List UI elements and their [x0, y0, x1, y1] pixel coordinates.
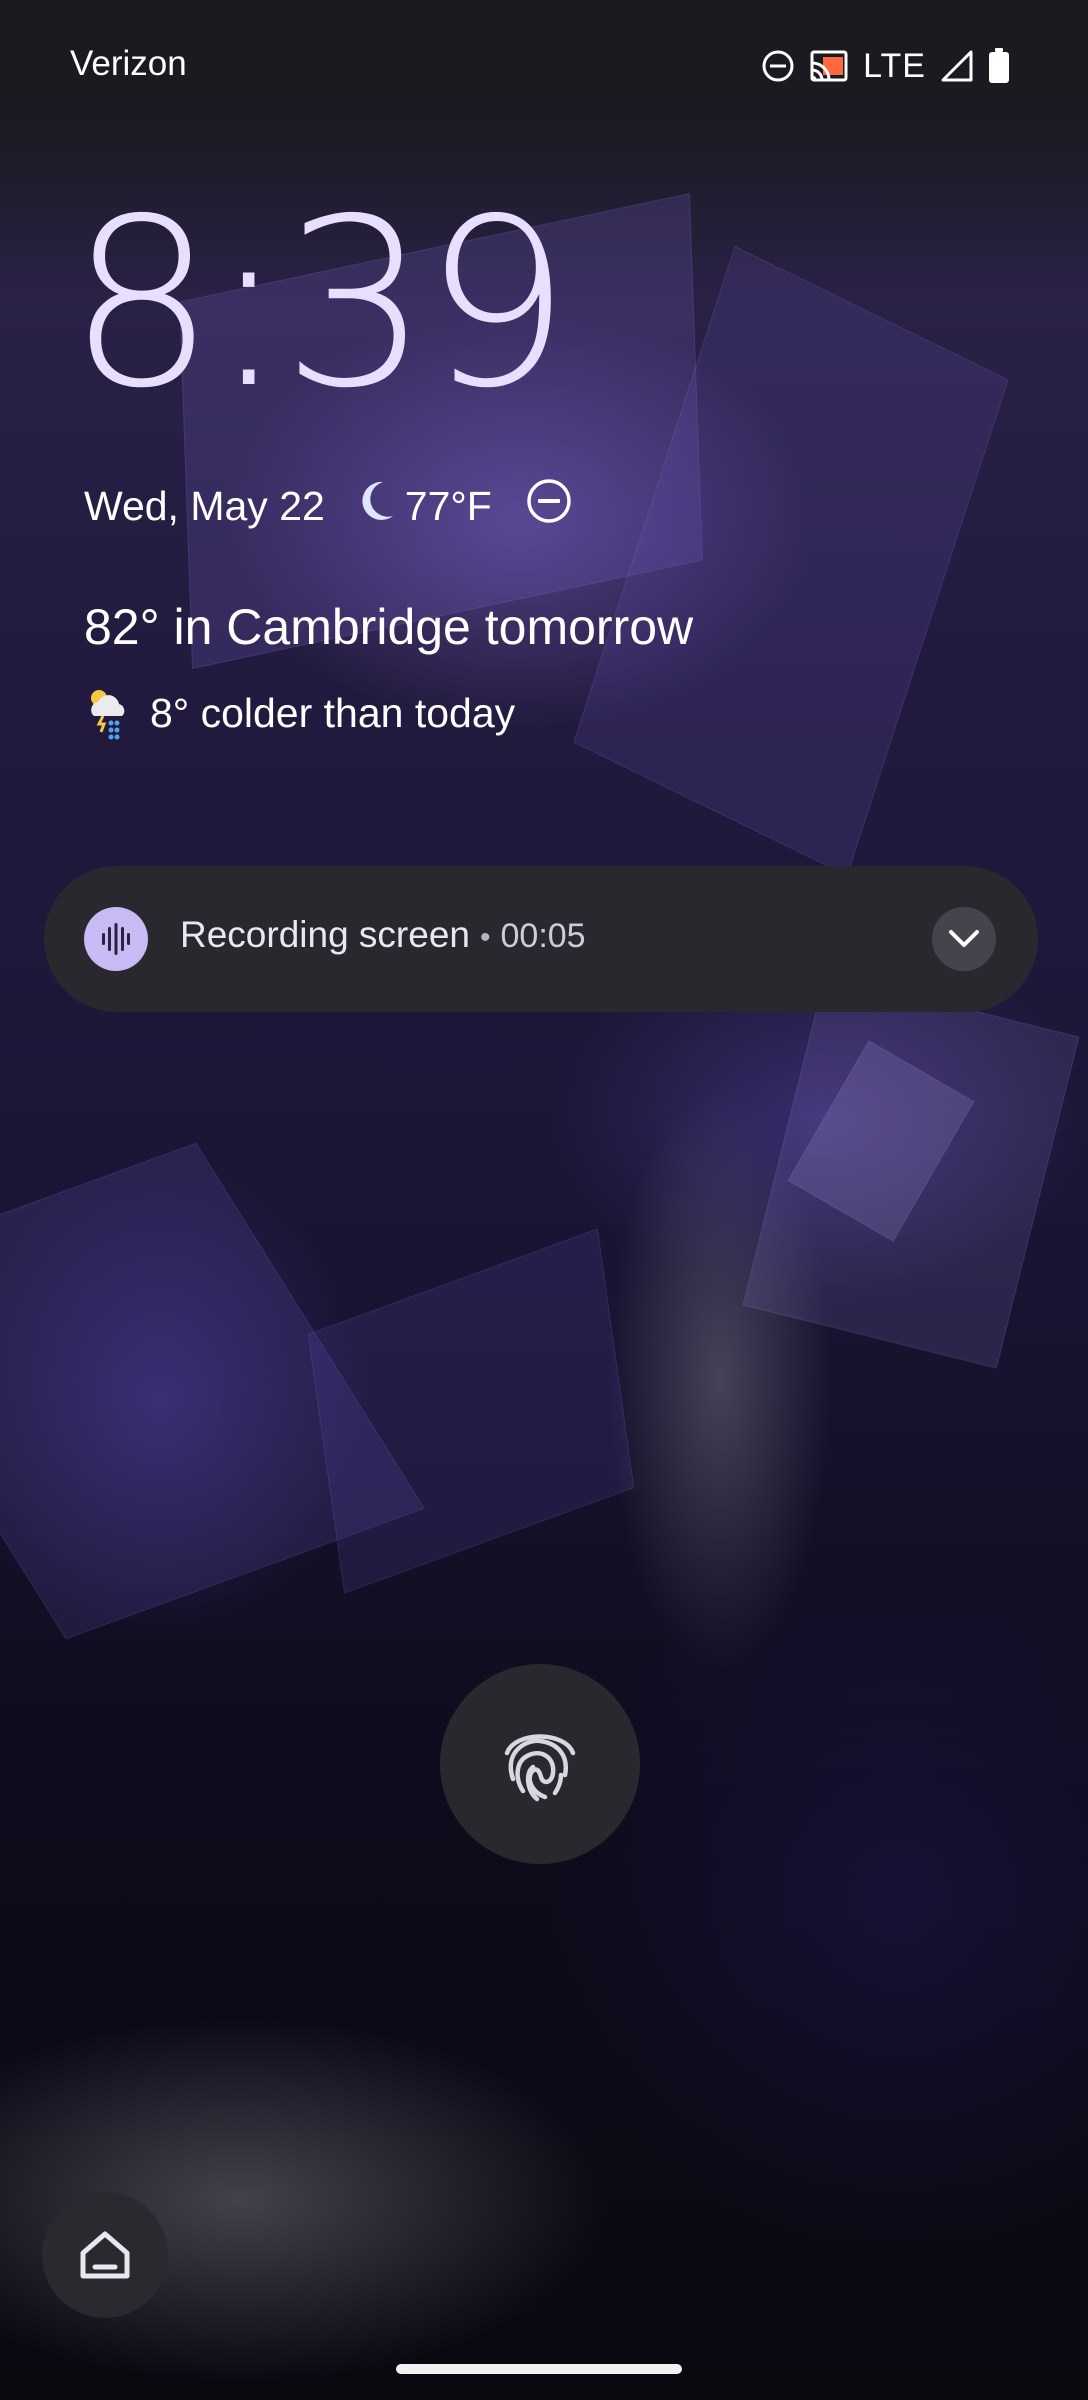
battery-icon — [988, 48, 1010, 84]
thunderstorm-rain-icon — [91, 690, 125, 740]
cast-icon — [809, 49, 849, 83]
crystal-facet — [307, 1228, 635, 1594]
status-icons: LTE — [761, 44, 1010, 88]
lockscreen-clock: 8:39 — [68, 169, 571, 439]
date-label: Wed, May 22 — [84, 482, 325, 529]
separator-dot: • — [479, 921, 491, 954]
recording-elapsed-time: 00:05 — [500, 917, 586, 955]
status-bar: Verizon LTE — [0, 0, 1088, 134]
fingerprint-icon — [504, 1734, 576, 1802]
do-not-disturb-icon — [526, 478, 572, 534]
recording-title: Recording screen — [180, 914, 470, 955]
carrier-name: Verizon — [70, 44, 187, 83]
forecast-headline[interactable]: 82° in Cambridge tomorrow — [84, 598, 693, 656]
screen-recording-notification[interactable]: Recording screen • 00:05 — [44, 866, 1038, 1012]
do-not-disturb-icon — [761, 49, 795, 83]
forecast-detail-row[interactable]: 8° colder than today — [86, 686, 515, 740]
moon-icon — [353, 478, 397, 534]
sound-wave-icon — [84, 907, 148, 971]
date-weather-row[interactable]: Wed, May 22 77°F — [84, 478, 572, 534]
fingerprint-unlock-button[interactable] — [440, 1664, 640, 1864]
recording-status-text: Recording screen • 00:05 — [180, 914, 586, 956]
home-icon — [80, 2231, 130, 2279]
signal-icon — [940, 49, 974, 83]
lock-screen: Verizon LTE 8:39 Wed, May 22 77°F 82° in… — [0, 0, 1088, 2400]
network-type: LTE — [863, 46, 926, 85]
expand-notification-button[interactable] — [932, 907, 996, 971]
gesture-navigation-bar[interactable] — [396, 2364, 682, 2374]
chevron-down-icon — [949, 930, 979, 947]
current-temperature: 77°F — [404, 482, 492, 529]
home-controls-shortcut[interactable] — [42, 2192, 168, 2318]
forecast-detail-label: 8° colder than today — [150, 689, 516, 736]
